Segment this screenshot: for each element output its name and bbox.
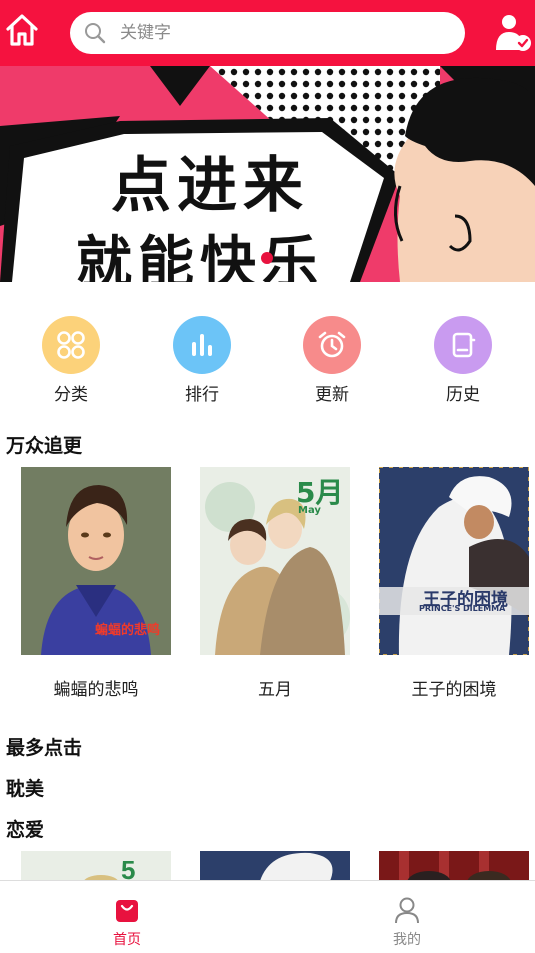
section-title-bl: 耽美 — [6, 778, 45, 800]
category-classify[interactable]: 分类 — [26, 316, 116, 406]
category-ranking[interactable]: 排行 — [157, 316, 247, 406]
category-label: 历史 — [446, 385, 480, 405]
comic-cover: 5月 May — [200, 467, 350, 655]
user-icon — [392, 895, 422, 925]
comic-cover: 蝙蝠的悲鸣 — [21, 467, 171, 655]
user-check-icon[interactable] — [490, 12, 532, 54]
banner-carousel-dot — [261, 252, 273, 264]
category-label: 排行 — [185, 385, 219, 405]
section-title-romance: 恋爱 — [6, 819, 45, 841]
search-input[interactable]: 关键字 — [70, 12, 465, 54]
bar-chart-icon — [173, 316, 231, 374]
comic-card[interactable]: 5月 May 五月 — [200, 467, 350, 701]
comic-thumbnail[interactable]: 5 — [21, 851, 171, 881]
banner-headline-2: 就能快乐 — [76, 231, 324, 283]
grid-icon — [42, 316, 100, 374]
banner-headline-1: 点进来 — [111, 151, 309, 221]
category-row: 分类 排行 更新 历史 — [0, 316, 535, 408]
search-placeholder: 关键字 — [120, 23, 171, 43]
tab-home[interactable]: 首页 — [87, 895, 167, 949]
category-label: 分类 — [54, 385, 88, 405]
shopping-bag-icon — [112, 895, 142, 925]
category-updates[interactable]: 更新 — [287, 316, 377, 406]
comic-title: 王子的困境 — [411, 680, 497, 700]
comic-card[interactable]: 蝙蝠的悲鸣 蝙蝠的悲鸣 — [21, 467, 171, 701]
promo-banner[interactable]: 点进来 就能快乐 — [0, 66, 535, 282]
bottom-tab-bar: 首页 我的 — [0, 880, 535, 953]
comic-title: 蝙蝠的悲鸣 — [53, 680, 139, 700]
comic-cover: 王子的困境 PRINCE'S DILEMMA — [379, 467, 529, 655]
comic-thumbnail[interactable] — [200, 851, 350, 881]
tab-mine[interactable]: 我的 — [367, 895, 447, 949]
tab-label: 我的 — [393, 932, 421, 948]
tab-label: 首页 — [113, 932, 141, 948]
book-icon — [434, 316, 492, 374]
category-label: 更新 — [315, 385, 349, 405]
alarm-clock-icon — [303, 316, 361, 374]
section-title-popular: 万众追更 — [6, 435, 83, 457]
comic-card[interactable]: 王子的困境 PRINCE'S DILEMMA 王子的困境 — [379, 467, 529, 701]
section-title-most-clicked: 最多点击 — [6, 737, 83, 759]
cover-subtitle-text: PRINCE'S DILEMMA — [419, 604, 506, 613]
cover-subtitle-text: May — [298, 505, 321, 516]
svg-text:5: 5 — [121, 855, 135, 881]
comic-thumbnail[interactable] — [379, 851, 529, 881]
category-history[interactable]: 历史 — [418, 316, 508, 406]
home-icon[interactable] — [4, 12, 40, 48]
search-icon — [85, 23, 106, 44]
cover-title-text: 蝙蝠的悲鸣 — [95, 623, 161, 638]
top-bar: 关键字 — [0, 0, 535, 66]
comic-title: 五月 — [258, 680, 292, 700]
